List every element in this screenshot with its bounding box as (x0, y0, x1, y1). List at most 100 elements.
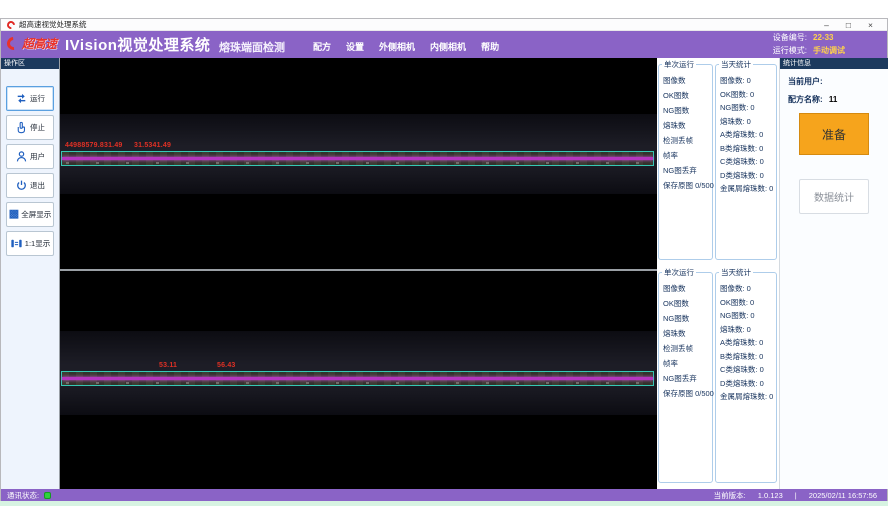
daily-stats-groupbox: 当天统计 图像数: 0OK图数: 0NG图数: 0熔珠数: 0A类熔珠数: 0B… (715, 272, 777, 483)
stat-row: 熔珠数 (663, 328, 712, 343)
stat-row: 熔珠数 (663, 120, 712, 135)
stat-row: 金属屑熔珠数: 0 (720, 183, 776, 197)
version-value: 1.0.123 (758, 491, 783, 500)
run-button[interactable]: 运行 (6, 86, 54, 111)
window-title: 超高速视觉处理系统 (19, 19, 87, 30)
recipe-name-value: 11 (829, 95, 837, 104)
desktop-edge-strip (0, 501, 888, 506)
run-mode-label: 运行模式: (773, 45, 807, 57)
stat-row: 帧率 (663, 358, 712, 373)
measurement-annotation: 44988579.831.49 (65, 142, 123, 149)
one-to-one-button-label: 1:1显示 (25, 238, 50, 249)
stat-row: 图像数 (663, 283, 712, 298)
menu-item[interactable]: 帮助 (481, 40, 499, 53)
daily-stats-title: 当天统计 (719, 61, 753, 69)
device-id-label: 设备编号: (773, 32, 807, 44)
device-info: 设备编号: 22-33 运行模式: 手动调试 (773, 32, 845, 56)
app-header: 超高速 IVision视觉处理系统 熔珠端面检测 配方设置外侧相机内侧相机帮助 … (1, 31, 887, 58)
comm-status-label: 通讯状态: (7, 490, 39, 501)
current-user-label: 当前用户: (788, 77, 823, 86)
data-statistics-button[interactable]: 数据统计 (799, 179, 869, 214)
app-subtitle: 熔珠端面检测 (219, 39, 285, 55)
recipe-name-line: 配方名称: 11 (788, 94, 888, 105)
stat-row: D类熔珠数: 0 (720, 170, 776, 184)
one-to-one-button[interactable]: 1:1显示 (6, 231, 54, 256)
stat-row: NG图数 (663, 105, 712, 120)
single-run-rows: 图像数OK图数NG图数熔珠数检测丢帧帧率NG图丢弃保存原图 0/500 (659, 65, 712, 195)
stats-panel-outer: 单次运行 图像数OK图数NG图数熔珠数检测丢帧帧率NG图丢弃保存原图 0/500… (657, 60, 779, 264)
stat-row: C类熔珠数: 0 (720, 364, 776, 378)
fullscreen-icon: ▩ (9, 209, 19, 220)
main-area: 操作区 运行 停止 (1, 58, 887, 489)
user-button-label: 用户 (30, 151, 45, 162)
stat-row: 熔珠数: 0 (720, 116, 776, 130)
stat-row: 保存原图 0/500 (663, 388, 712, 403)
menu-item[interactable]: 内侧相机 (430, 40, 466, 53)
single-run-groupbox: 单次运行 图像数OK图数NG图数熔珠数检测丢帧帧率NG图丢弃保存原图 0/500 (658, 64, 713, 260)
single-run-title: 单次运行 (662, 269, 696, 277)
stat-row: 熔珠数: 0 (720, 324, 776, 338)
fullscreen-button[interactable]: ▩ 全屏显示 (6, 202, 54, 227)
main-menu: 配方 设置 外侧相机 内侧相机 帮助 (313, 40, 499, 53)
power-icon (15, 179, 28, 192)
single-run-rows: 图像数OK图数NG图数熔珠数检测丢帧帧率NG图丢弃保存原图 0/500 (659, 273, 712, 403)
stat-row: OK图数 (663, 90, 712, 105)
one-to-one-icon (10, 237, 23, 250)
stat-row: OK图数 (663, 298, 712, 313)
stat-row: 金属屑熔珠数: 0 (720, 391, 776, 405)
single-run-title: 单次运行 (662, 61, 696, 69)
logo-swoosh-icon (4, 34, 22, 52)
run-button-label: 运行 (30, 93, 45, 104)
stop-button-label: 停止 (30, 122, 45, 133)
camera-viewport-inner: 53.11 56.43 (60, 271, 657, 489)
run-cycle-icon (15, 92, 28, 105)
close-button[interactable]: × (868, 19, 873, 31)
daily-stats-rows: 图像数: 0OK图数: 0NG图数: 0熔珠数: 0A类熔珠数: 0B类熔珠数:… (716, 273, 776, 405)
stat-row: A类熔珠数: 0 (720, 129, 776, 143)
exit-button-label: 退出 (30, 180, 45, 191)
single-run-groupbox: 单次运行 图像数OK图数NG图数熔珠数检测丢帧帧率NG图丢弃保存原图 0/500 (658, 272, 713, 483)
fullscreen-button-label: 全屏显示 (21, 209, 51, 220)
minimize-button[interactable]: – (824, 19, 829, 31)
stat-row: NG图数: 0 (720, 310, 776, 324)
current-user-line: 当前用户: (788, 76, 888, 87)
weld-bead-strip (61, 151, 654, 166)
menu-item[interactable]: 配方 (313, 40, 331, 53)
measurement-annotation: 56.43 (217, 362, 236, 369)
operation-sidebar: 操作区 运行 停止 (1, 58, 60, 489)
window-titlebar: 超高速视觉处理系统 – □ × (1, 19, 887, 31)
recipe-name-label: 配方名称: (788, 95, 823, 104)
camera-viewport-outer: 44988579.831.49 31.5341.49 (60, 58, 657, 269)
brand-logo: 超高速 (7, 35, 57, 52)
exit-button[interactable]: 退出 (6, 173, 54, 198)
stat-row: C类熔珠数: 0 (720, 156, 776, 170)
app-window: 超高速视觉处理系统 – □ × 超高速 IVision视觉处理系统 熔珠端面检测… (0, 18, 888, 501)
stat-row: 图像数 (663, 75, 712, 90)
stat-row: OK图数: 0 (720, 297, 776, 311)
measurement-annotation: 53.11 (159, 362, 177, 369)
daily-stats-title: 当天统计 (719, 269, 753, 277)
info-panel-title: 统计信息 (780, 58, 888, 69)
comm-status-indicator (44, 492, 51, 499)
stat-row: B类熔珠数: 0 (720, 143, 776, 157)
status-separator: | (795, 491, 797, 500)
app-logo-icon (5, 19, 16, 30)
run-mode-value: 手动调试 (813, 45, 845, 57)
stat-row: A类熔珠数: 0 (720, 337, 776, 351)
menu-item[interactable]: 设置 (346, 40, 364, 53)
stat-row: NG图丢弃 (663, 373, 712, 388)
stat-row: OK图数: 0 (720, 89, 776, 103)
menu-item[interactable]: 外侧相机 (379, 40, 415, 53)
version-info: 当前版本: 1.0.123 | 2025/02/11 16:57:56 (714, 490, 881, 501)
user-button[interactable]: 用户 (6, 144, 54, 169)
stop-button[interactable]: 停止 (6, 115, 54, 140)
restore-button[interactable]: □ (846, 19, 851, 31)
weld-bead-strip (61, 371, 654, 386)
prepare-button[interactable]: 准备 (799, 113, 869, 155)
statistics-info-panel: 统计信息 当前用户: 配方名称: 11 准备 数据统计 (779, 58, 888, 489)
stat-row: NG图丢弃 (663, 165, 712, 180)
stat-row: 图像数: 0 (720, 283, 776, 297)
stats-panel-inner: 单次运行 图像数OK图数NG图数熔珠数检测丢帧帧率NG图丢弃保存原图 0/500… (657, 268, 779, 487)
sidebar-title: 操作区 (1, 58, 59, 69)
stat-row: B类熔珠数: 0 (720, 351, 776, 365)
